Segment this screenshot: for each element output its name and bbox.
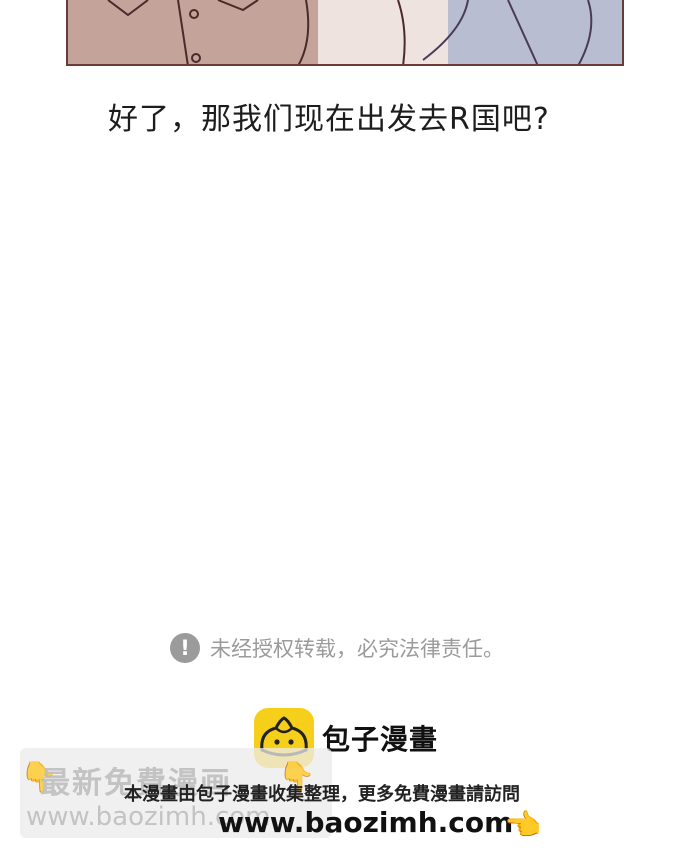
notice-text: 未经授权转载，必究法律责任。	[210, 637, 504, 661]
pointing-left-icon: 👈	[504, 808, 542, 843]
dialogue-text: 好了，那我们现在出发去R国吧?	[108, 102, 550, 137]
panel-line-art	[107, 0, 593, 64]
source-line: 本漫畫由包子漫畫收集整理，更多免費漫畫請訪問	[124, 784, 520, 805]
brand-name: 包子漫畫	[322, 723, 439, 756]
comic-panel	[66, 0, 624, 66]
site-url-link[interactable]: www.baozimh.com	[218, 806, 513, 839]
exclamation-circle-icon: !	[170, 633, 200, 663]
copyright-notice: ! 未经授权转载，必究法律责任。	[170, 632, 504, 664]
